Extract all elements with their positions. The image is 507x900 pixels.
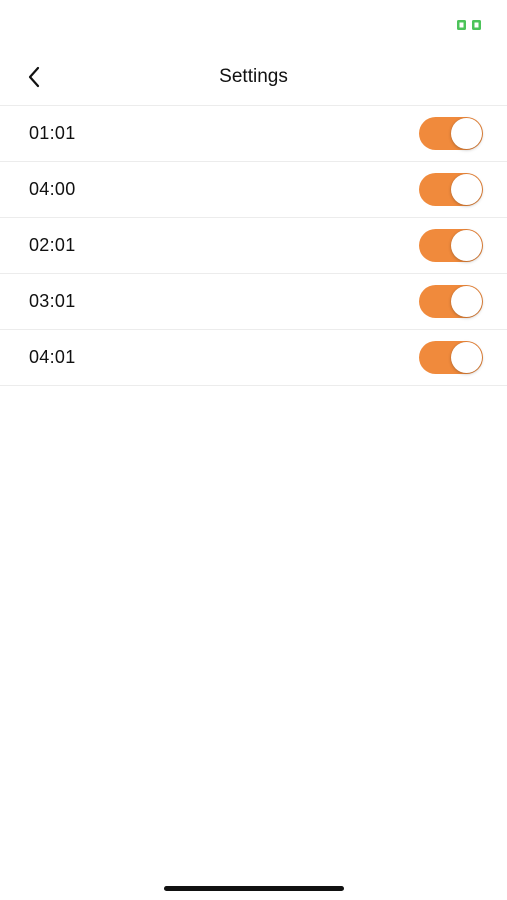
alarm-toggle[interactable] (419, 229, 483, 262)
alarm-toggle[interactable] (419, 341, 483, 374)
settings-screen: Settings 01:01 04:00 02:01 03:01 04:01 (0, 0, 507, 900)
toggle-knob (451, 230, 482, 261)
list-item: 01:01 (0, 106, 507, 162)
alarm-time-label: 03:01 (29, 291, 76, 311)
alarm-time-label: 01:01 (29, 123, 76, 143)
alarm-toggle[interactable] (419, 173, 483, 206)
status-indicator-icon (457, 20, 481, 30)
home-indicator[interactable] (163, 886, 344, 891)
status-bar (0, 0, 507, 48)
alarm-time-label: 04:01 (29, 347, 76, 367)
list-item: 02:01 (0, 218, 507, 274)
toggle-knob (451, 286, 482, 317)
list-item: 04:00 (0, 162, 507, 218)
list-item: 04:01 (0, 330, 507, 386)
alarm-list: 01:01 04:00 02:01 03:01 04:01 (0, 105, 507, 386)
page-title: Settings (219, 66, 288, 87)
alarm-time-label: 02:01 (29, 235, 76, 255)
alarm-toggle[interactable] (419, 285, 483, 318)
navigation-bar: Settings (0, 50, 507, 104)
toggle-knob (451, 342, 482, 373)
list-item: 03:01 (0, 274, 507, 330)
alarm-time-label: 04:00 (29, 179, 76, 199)
toggle-knob (451, 174, 482, 205)
alarm-toggle[interactable] (419, 117, 483, 150)
toggle-knob (451, 118, 482, 149)
